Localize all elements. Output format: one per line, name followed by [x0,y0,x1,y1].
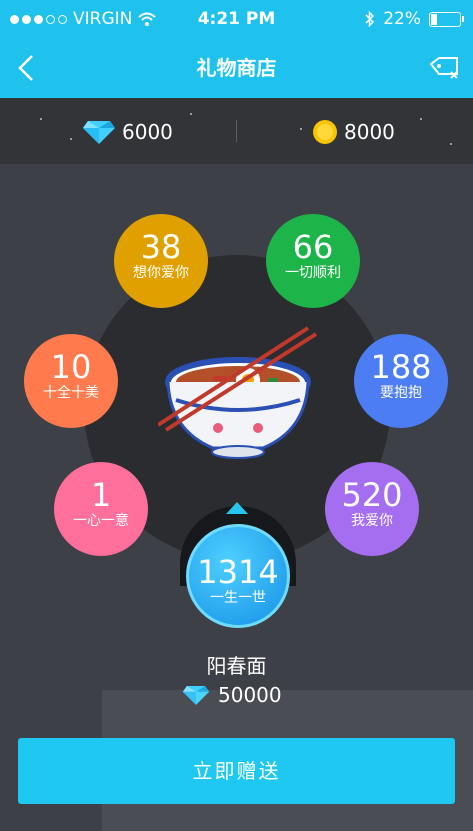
gift-label: 一切顺利 [285,265,341,281]
coin-amount: 8000 [344,120,395,144]
gift-label: 一生一世 [210,590,266,606]
gift-option-520[interactable]: 520 我爱你 [325,462,419,556]
gift-label: 想你爱你 [133,265,189,281]
gift-option-66[interactable]: 66 一切顺利 [266,214,360,308]
balance-divider [236,120,237,142]
gift-option-10[interactable]: 10 十全十美 [24,334,118,428]
gift-label: 要抱抱 [380,385,422,401]
gift-value: 520 [341,476,403,514]
nav-bar: 礼物商店 [0,38,473,98]
gift-value: 10 [50,348,92,386]
send-gift-button[interactable]: 立即赠送 [18,738,455,804]
gift-value: 1314 [197,553,279,591]
selector-pointer-icon [226,502,248,514]
battery-percent: 22% [383,9,421,29]
coin-balance: 8000 [312,119,395,145]
gift-value: 38 [140,228,182,266]
gift-option-1314-selected[interactable]: 1314 一生一世 [186,524,290,628]
diamond-balance: 6000 [82,119,173,145]
status-bar: VIRGIN 4:21 PM 22% [0,0,473,38]
gift-option-1[interactable]: 1 一心一意 [54,462,148,556]
diamond-amount: 6000 [122,120,173,144]
gift-value: 1 [90,476,112,514]
bluetooth-icon [365,11,375,27]
page-title: 礼物商店 [196,56,277,80]
noodle-bowl-icon [158,326,318,459]
diamond-icon [83,121,115,144]
gift-option-188[interactable]: 188 要抱抱 [354,334,448,428]
gift-label: 十全十美 [43,385,99,401]
gift-option-38[interactable]: 38 想你爱你 [114,214,208,308]
gift-value: 188 [370,348,432,386]
balance-bar: 6000 8000 [0,98,473,164]
gift-value: 66 [292,228,334,266]
gift-tag-icon[interactable] [427,50,463,86]
gift-label: 一心一意 [73,513,129,529]
selected-gift-name: 阳春面 [206,654,267,678]
status-right: 22% [365,9,464,29]
gift-label: 我爱你 [351,513,393,529]
coin-icon [313,120,337,144]
battery-icon [429,11,464,27]
